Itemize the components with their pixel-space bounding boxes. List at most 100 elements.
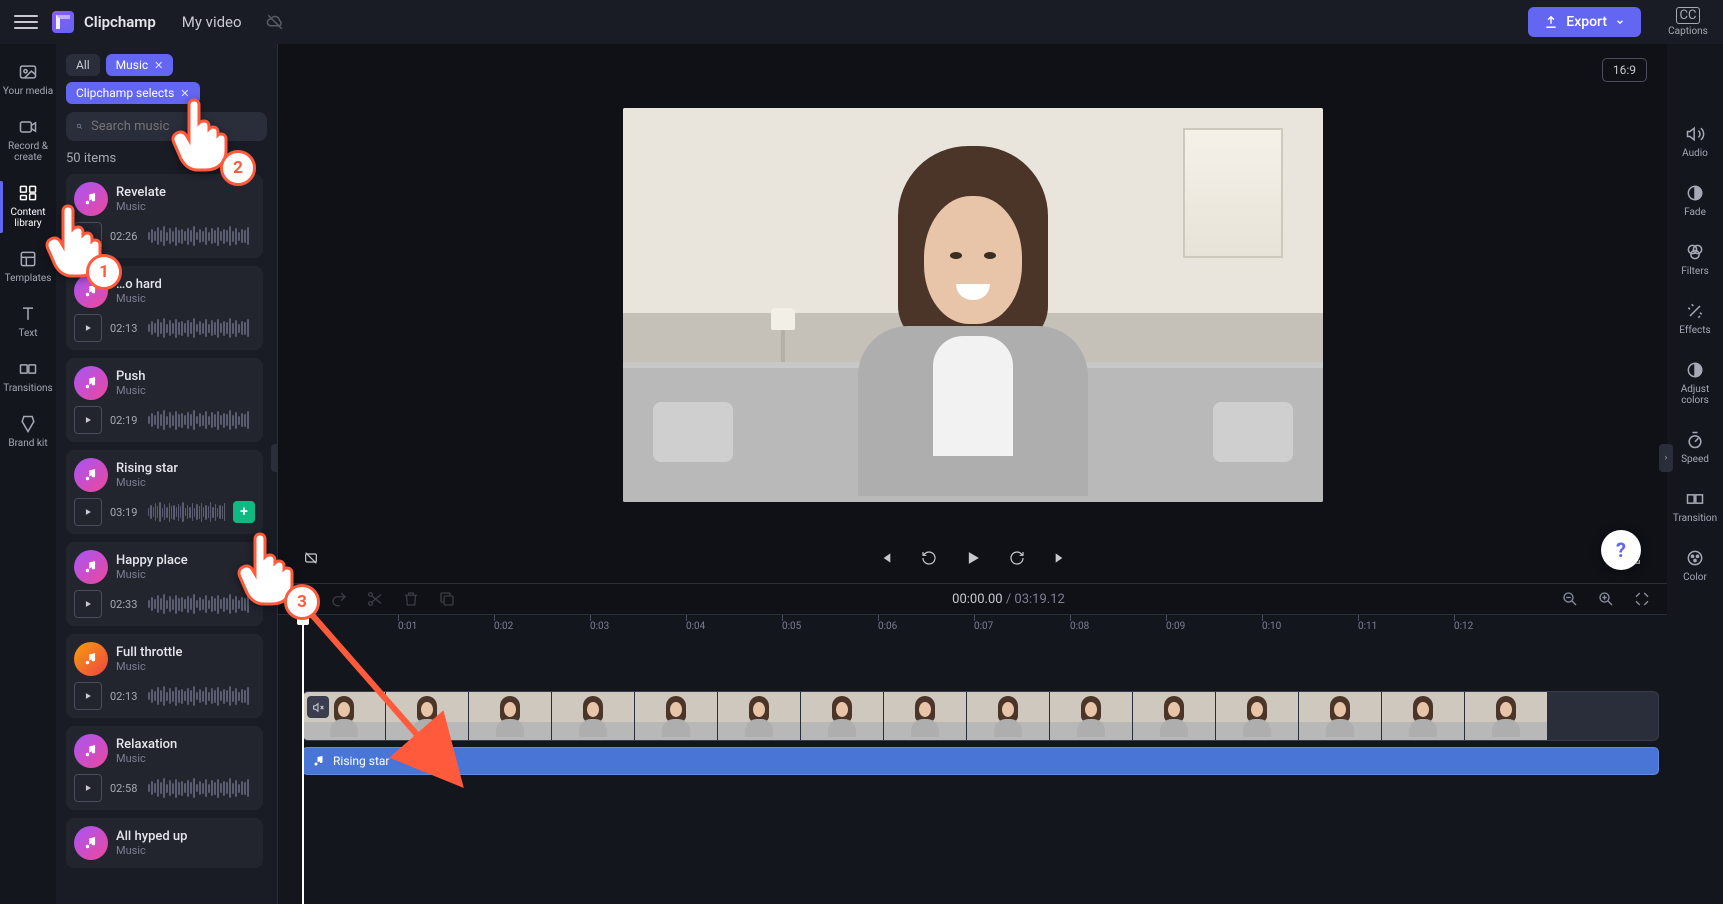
play-track-button[interactable] — [74, 682, 102, 710]
prop-adjust-colors[interactable]: Adjust colors — [1667, 350, 1723, 418]
track-item[interactable]: Revelate Music 02:26 — [66, 174, 263, 258]
timeline-ruler[interactable]: 0:010:020:030:040:050:060:070:080:090:10… — [278, 615, 1667, 639]
captions-label: Captions — [1668, 26, 1708, 37]
track-item[interactable]: Push Music 02:19 — [66, 358, 263, 442]
chevron-down-icon — [1615, 17, 1625, 27]
play-track-button[interactable] — [74, 590, 102, 618]
play-track-button[interactable] — [74, 406, 102, 434]
track-subtitle: Music — [116, 476, 178, 489]
waveform — [148, 685, 255, 707]
prop-color[interactable]: Color — [1667, 538, 1723, 595]
ruler-tick: 0:11 — [1358, 615, 1377, 632]
prop-audio[interactable]: Audio — [1667, 114, 1723, 171]
add-track-button[interactable]: + — [233, 501, 255, 523]
video-track-clip[interactable] — [302, 691, 1659, 741]
close-icon[interactable]: ✕ — [180, 87, 189, 100]
track-duration: 02:13 — [110, 690, 140, 703]
track-artwork — [74, 366, 108, 400]
clip-thumbnail — [801, 692, 883, 740]
color-icon — [1685, 548, 1705, 568]
audio-track-clip[interactable]: Rising star — [302, 747, 1659, 775]
timeline[interactable]: 0:010:020:030:040:050:060:070:080:090:10… — [278, 614, 1667, 904]
play-track-button[interactable] — [74, 314, 102, 342]
search-icon — [76, 119, 83, 134]
clip-thumbnail — [967, 692, 1049, 740]
play-track-button[interactable] — [74, 498, 102, 526]
track-item[interactable]: …o hard Music 02:13 — [66, 266, 263, 350]
track-artwork — [74, 826, 108, 860]
track-list[interactable]: Revelate Music 02:26 …o hard Music 02:13 — [66, 174, 267, 904]
track-duration: 02:19 — [110, 414, 140, 427]
play-track-button[interactable] — [74, 774, 102, 802]
zoom-fit-button[interactable] — [1633, 590, 1651, 608]
ruler-tick: 0:10 — [1262, 615, 1281, 632]
nav-templates[interactable]: Templates — [0, 241, 56, 294]
video-preview[interactable] — [623, 108, 1323, 502]
aspect-ratio-button[interactable]: 16:9 — [1602, 58, 1647, 82]
hamburger-menu[interactable] — [14, 10, 38, 34]
nav-content-library[interactable]: Content library — [0, 175, 56, 239]
ruler-tick: 0:03 — [590, 615, 609, 632]
track-item[interactable]: Happy place Music 02:33 — [66, 542, 263, 626]
play-button[interactable] — [962, 547, 984, 569]
nav-text[interactable]: Text — [0, 296, 56, 349]
effects-icon — [1685, 301, 1705, 321]
video-title[interactable]: My video — [182, 13, 242, 31]
speed-icon — [1685, 430, 1705, 450]
captions-toggle[interactable]: CC Captions — [1667, 7, 1709, 37]
copy-button[interactable] — [438, 590, 456, 608]
track-duration: 02:26 — [110, 230, 140, 243]
hide-preview-button[interactable] — [300, 547, 322, 569]
track-title: Relaxation — [116, 737, 177, 752]
total-time: 03:19.12 — [1014, 592, 1064, 607]
playhead[interactable] — [302, 615, 304, 904]
ruler-tick: 0:04 — [686, 615, 705, 632]
search-input[interactable] — [91, 119, 257, 134]
chip-clipchamp-selects[interactable]: Clipchamp selects✕ — [66, 82, 200, 104]
redo-button[interactable] — [330, 590, 348, 608]
templates-icon — [18, 249, 38, 269]
zoom-out-button[interactable] — [1561, 590, 1579, 608]
export-button[interactable]: Export — [1528, 7, 1641, 37]
prop-effects[interactable]: Effects — [1667, 291, 1723, 348]
app-logo[interactable]: Clipchamp — [52, 11, 156, 33]
help-button[interactable]: ? — [1601, 530, 1641, 570]
skip-back-button[interactable] — [874, 547, 896, 569]
track-duration: 02:13 — [110, 322, 140, 335]
collapse-panel-button[interactable]: ‹ — [271, 444, 278, 472]
track-item[interactable]: Rising star Music 03:19 + — [66, 450, 263, 534]
prop-filters[interactable]: Filters — [1667, 232, 1723, 289]
chip-all[interactable]: All — [66, 54, 100, 76]
clip-thumbnail — [1299, 692, 1381, 740]
prop-speed[interactable]: Speed — [1667, 420, 1723, 477]
track-item[interactable]: All hyped up Music — [66, 818, 263, 868]
prop-fade[interactable]: Fade — [1667, 173, 1723, 230]
speaker-icon — [1685, 124, 1705, 144]
skip-forward-button[interactable] — [1050, 547, 1072, 569]
forward-button[interactable] — [1006, 547, 1028, 569]
prop-transition[interactable]: Transition — [1667, 479, 1723, 536]
undo-button[interactable] — [294, 590, 312, 608]
split-button[interactable] — [366, 590, 384, 608]
track-subtitle: Music — [116, 844, 187, 857]
mute-clip-button[interactable] — [307, 696, 329, 718]
track-item[interactable]: Full throttle Music 02:13 — [66, 634, 263, 718]
zoom-in-button[interactable] — [1597, 590, 1615, 608]
nav-label: Content library — [2, 207, 54, 229]
search-box[interactable] — [66, 112, 267, 141]
nav-transitions[interactable]: Transitions — [0, 351, 56, 404]
track-item[interactable]: Relaxation Music 02:58 — [66, 726, 263, 810]
nav-your-media[interactable]: Your media — [0, 54, 56, 107]
delete-button[interactable] — [402, 590, 420, 608]
nav-brand-kit[interactable]: Brand kit — [0, 406, 56, 459]
camera-icon — [18, 117, 38, 137]
ruler-tick: 0:01 — [398, 615, 417, 632]
close-icon[interactable]: ✕ — [154, 59, 163, 72]
chip-music[interactable]: Music✕ — [106, 54, 174, 76]
play-track-button[interactable] — [74, 222, 102, 250]
nav-record-create[interactable]: Record & create — [0, 109, 56, 173]
track-subtitle: Music — [116, 384, 146, 397]
center-column: 16:9 — [278, 44, 1667, 904]
rewind-button[interactable] — [918, 547, 940, 569]
nav-label: Your media — [3, 86, 53, 97]
